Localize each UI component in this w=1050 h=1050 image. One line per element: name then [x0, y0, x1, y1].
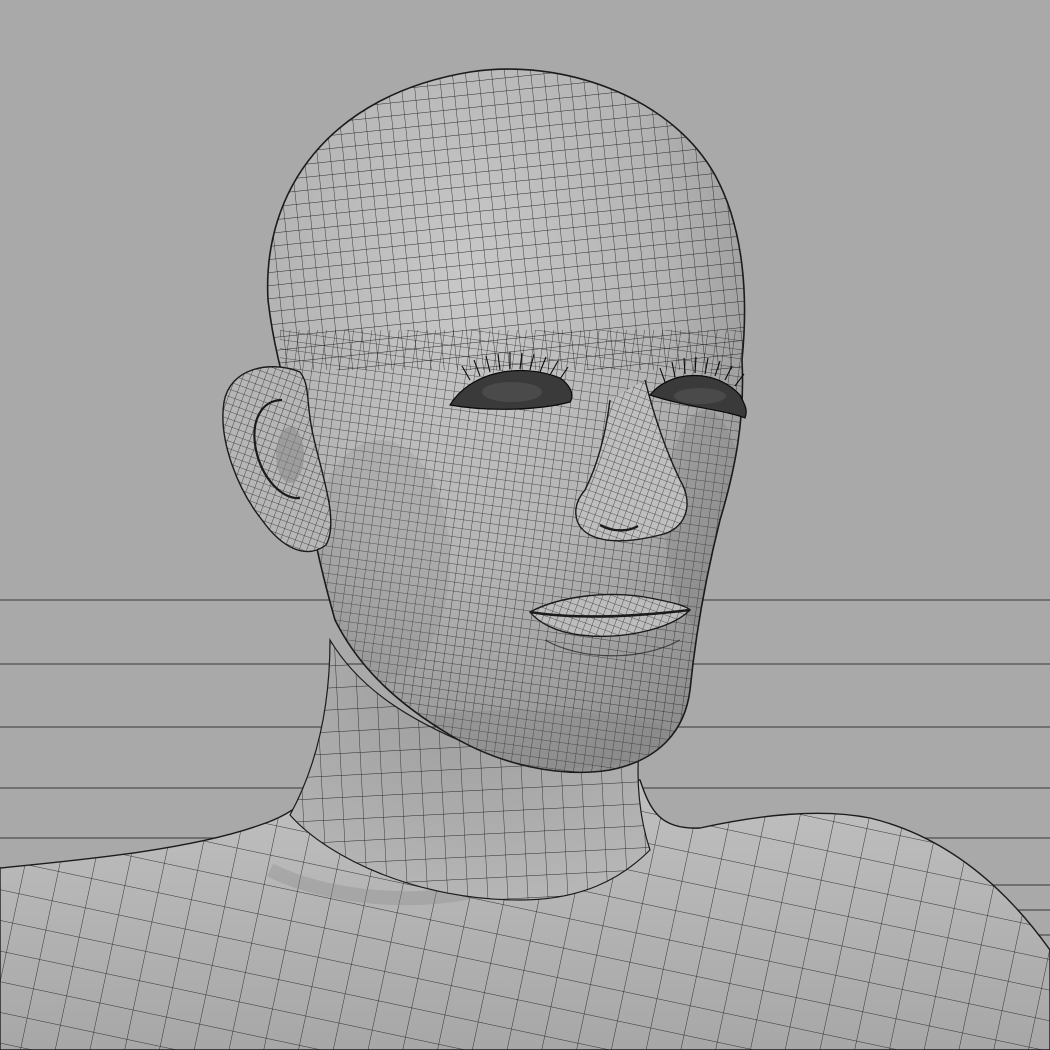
render-viewport	[0, 68, 1050, 1050]
viewport	[0, 0, 1050, 1050]
